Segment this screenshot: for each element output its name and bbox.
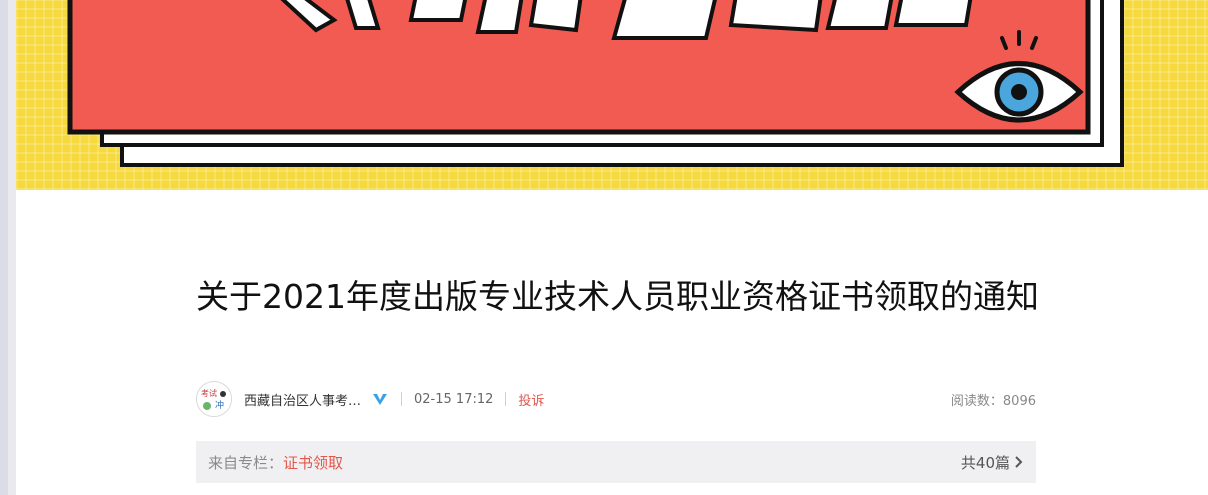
banner-graphic [67, 0, 1124, 167]
article-meta: 考试 冲 西藏自治区人事考… 02-15 17:12 投诉 阅读数：8096 [196, 381, 1036, 417]
article-title: 关于2021年度出版专业技术人员职业资格证书领取的通知 [196, 277, 1039, 316]
svg-text:考试: 考试 [201, 388, 217, 398]
svg-text:冲: 冲 [215, 399, 224, 411]
read-count: 阅读数：8096 [950, 393, 1036, 409]
report-link[interactable]: 投诉 [518, 390, 544, 409]
verified-v-icon [373, 394, 388, 405]
meta-divider [505, 392, 507, 406]
column-bar[interactable]: 来自专栏： 证书领取 共40篇 [196, 441, 1036, 483]
author-name[interactable]: 西藏自治区人事考… [244, 390, 361, 409]
gutter-strip [0, 0, 8, 495]
left-gutter [0, 0, 16, 495]
column-count[interactable]: 共40篇 [961, 452, 1010, 473]
publish-time: 02-15 17:12 [414, 391, 494, 407]
author-avatar[interactable]: 考试 冲 [196, 381, 232, 417]
avatar-illustration: 考试 冲 [198, 383, 231, 416]
banner-image [16, 0, 1208, 190]
column-name-link[interactable]: 证书领取 [283, 452, 343, 473]
chevron-right-icon [1015, 456, 1023, 468]
column-from-label: 来自专栏： [208, 453, 284, 472]
meta-divider [401, 392, 403, 406]
